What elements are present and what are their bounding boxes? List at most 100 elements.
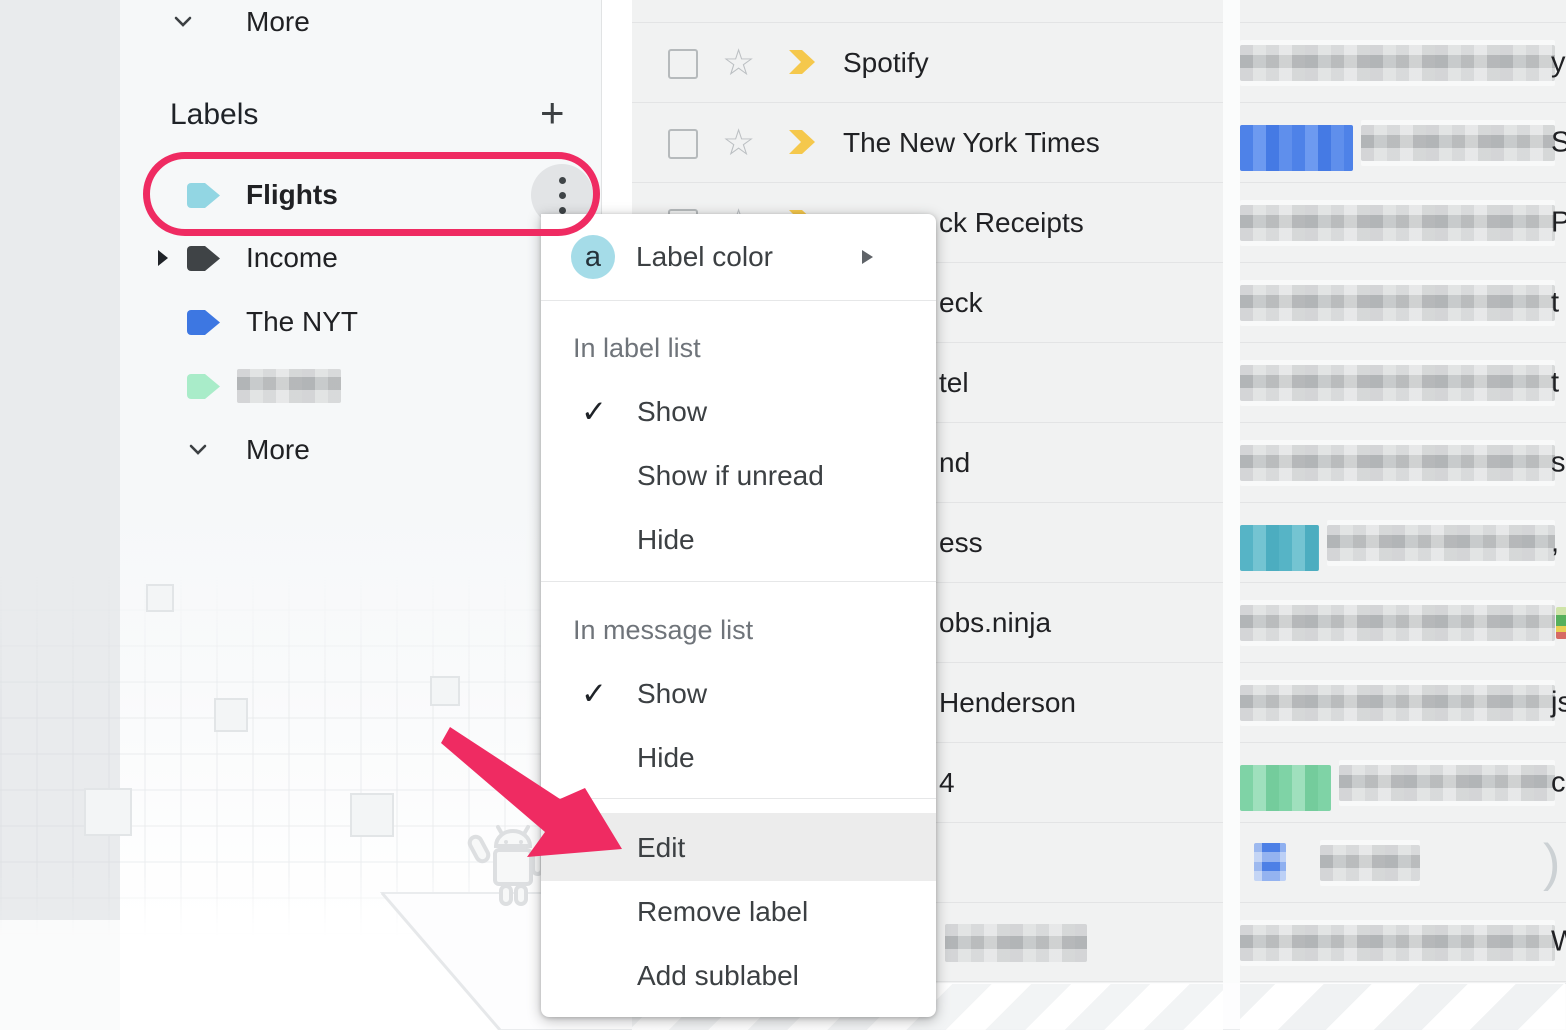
menu-divider bbox=[541, 581, 936, 582]
menu-item-show-label-list[interactable]: ✓ Show bbox=[541, 380, 936, 444]
subject-row[interactable] bbox=[1240, 582, 1566, 662]
sidebar-label-nyt: The NYT bbox=[246, 306, 358, 338]
menu-item-label: Label color bbox=[636, 214, 773, 300]
menu-item-label: Show bbox=[637, 380, 707, 444]
subject-text-fragment: js bbox=[1551, 686, 1566, 719]
importance-marker-icon[interactable] bbox=[788, 129, 816, 155]
android-robot-watermark bbox=[464, 818, 542, 913]
circuit-square bbox=[214, 698, 248, 732]
chevron-down-icon bbox=[183, 443, 213, 457]
menu-item-label: Show bbox=[637, 662, 707, 726]
circuit-square bbox=[84, 788, 132, 836]
menu-item-label: Remove label bbox=[637, 880, 808, 944]
menu-item-edit[interactable]: Edit bbox=[541, 816, 936, 880]
subject-row[interactable]: W bbox=[1240, 902, 1566, 982]
redacted-subject bbox=[1240, 200, 1555, 246]
menu-item-show-message-list[interactable]: ✓ Show bbox=[541, 662, 936, 726]
redacted-subject bbox=[1240, 600, 1555, 646]
gmail-label-menu-screenshot: { "annotation": { "highlight_color": "#e… bbox=[0, 0, 1566, 1030]
redacted-subject bbox=[1339, 760, 1555, 806]
menu-divider bbox=[541, 300, 936, 301]
circuit-square bbox=[350, 793, 394, 837]
menu-item-label: Hide bbox=[637, 508, 695, 572]
sidebar-item-redacted[interactable] bbox=[186, 364, 221, 408]
subject-row[interactable]: t bbox=[1240, 342, 1566, 422]
email-row[interactable]: ☆ The New York Times bbox=[632, 102, 1223, 182]
redacted-label-chip bbox=[1240, 525, 1319, 571]
sidebar-more-labels-label: More bbox=[246, 434, 310, 466]
create-label-button[interactable]: + bbox=[540, 92, 565, 134]
subject-text-fragment: c bbox=[1551, 766, 1566, 799]
subject-text-fragment: P bbox=[1551, 206, 1566, 239]
sender-name-fragment: eck bbox=[939, 287, 983, 319]
redacted-app-icon bbox=[1254, 843, 1286, 881]
menu-item-label: Show if unread bbox=[637, 444, 824, 508]
menu-item-hide-label-list[interactable]: Hide bbox=[541, 508, 936, 572]
labels-section-header: Labels bbox=[170, 98, 258, 132]
star-icon[interactable]: ☆ bbox=[722, 121, 755, 165]
menu-section-header: In message list bbox=[573, 600, 968, 660]
subject-row[interactable]: s bbox=[1240, 422, 1566, 502]
email-row[interactable]: ☆ Spotify bbox=[632, 22, 1223, 102]
subject-text-fragment: ) bbox=[1543, 833, 1560, 893]
subject-row[interactable]: ) bbox=[1240, 822, 1566, 902]
redacted-label-name bbox=[237, 369, 341, 403]
sender-name-fragment: ess bbox=[939, 527, 983, 559]
subject-text-fragment: t bbox=[1551, 366, 1559, 399]
sidebar-divider bbox=[601, 0, 602, 214]
select-checkbox[interactable] bbox=[668, 49, 698, 79]
sidebar-label-income: Income bbox=[246, 242, 338, 274]
menu-item-remove-label[interactable]: Remove label bbox=[541, 880, 936, 944]
diagonal-stripes bbox=[1240, 984, 1566, 1030]
menu-item-label: Add sublabel bbox=[637, 944, 799, 1008]
subject-text-fragment: y bbox=[1551, 46, 1566, 79]
menu-item-add-sublabel[interactable]: Add sublabel bbox=[541, 944, 936, 1008]
redacted-subject bbox=[1327, 520, 1555, 566]
circuit-square bbox=[146, 584, 174, 612]
sender-name-fragment: Henderson bbox=[939, 687, 1076, 719]
sidebar-item-more-labels[interactable]: More bbox=[183, 428, 310, 472]
email-subject-column: y S P t t s , js c ) bbox=[1240, 0, 1566, 983]
sidebar-item-the-nyt[interactable]: The NYT bbox=[186, 300, 358, 344]
label-color-avatar: a bbox=[571, 235, 615, 279]
importance-marker-icon[interactable] bbox=[788, 49, 816, 75]
sender-name-fragment: nd bbox=[939, 447, 970, 479]
label-tag-icon bbox=[186, 245, 221, 272]
redacted-subject bbox=[1240, 280, 1555, 326]
redacted-label-chip bbox=[1240, 125, 1353, 171]
select-checkbox[interactable] bbox=[668, 129, 698, 159]
redacted-subject bbox=[1240, 440, 1555, 486]
subject-row[interactable]: c bbox=[1240, 742, 1566, 822]
expand-arrow-icon[interactable] bbox=[158, 250, 168, 266]
menu-item-show-if-unread[interactable]: Show if unread bbox=[541, 444, 936, 508]
redacted-label-chip bbox=[1240, 765, 1331, 811]
star-icon[interactable]: ☆ bbox=[722, 41, 755, 85]
subject-row[interactable]: , bbox=[1240, 502, 1566, 582]
subject-text-fragment: s bbox=[1551, 446, 1566, 479]
subject-row[interactable]: y bbox=[1240, 22, 1566, 102]
subject-text-fragment: W bbox=[1551, 926, 1566, 959]
label-options-menu: a Label color In label list ✓ Show Show … bbox=[541, 214, 936, 1017]
redacted-subject bbox=[1361, 120, 1555, 166]
menu-divider bbox=[541, 798, 936, 799]
menu-item-label-color[interactable]: a Label color bbox=[541, 214, 936, 300]
pane-gap bbox=[1223, 0, 1240, 983]
menu-item-label: Hide bbox=[637, 726, 695, 790]
subject-row[interactable]: js bbox=[1240, 662, 1566, 742]
subject-text-fragment: , bbox=[1551, 526, 1559, 559]
menu-section-header: In label list bbox=[573, 318, 968, 378]
checkmark-icon: ✓ bbox=[581, 380, 607, 444]
subject-row[interactable]: t bbox=[1240, 262, 1566, 342]
sender-name-fragment: ck Receipts bbox=[939, 207, 1084, 239]
redacted-subject bbox=[1240, 40, 1555, 86]
subject-row[interactable]: P bbox=[1240, 182, 1566, 262]
sidebar-item-income[interactable]: Income bbox=[186, 236, 338, 280]
subject-row[interactable]: S bbox=[1240, 102, 1566, 182]
redacted-subject bbox=[1240, 680, 1555, 726]
menu-item-hide-message-list[interactable]: Hide bbox=[541, 726, 936, 790]
submenu-arrow-icon bbox=[862, 250, 873, 264]
sidebar-item-more-top[interactable]: More bbox=[168, 0, 310, 44]
sidebar-more-label: More bbox=[246, 6, 310, 38]
sender-name: Spotify bbox=[843, 47, 929, 79]
menu-item-label: Edit bbox=[637, 816, 685, 880]
